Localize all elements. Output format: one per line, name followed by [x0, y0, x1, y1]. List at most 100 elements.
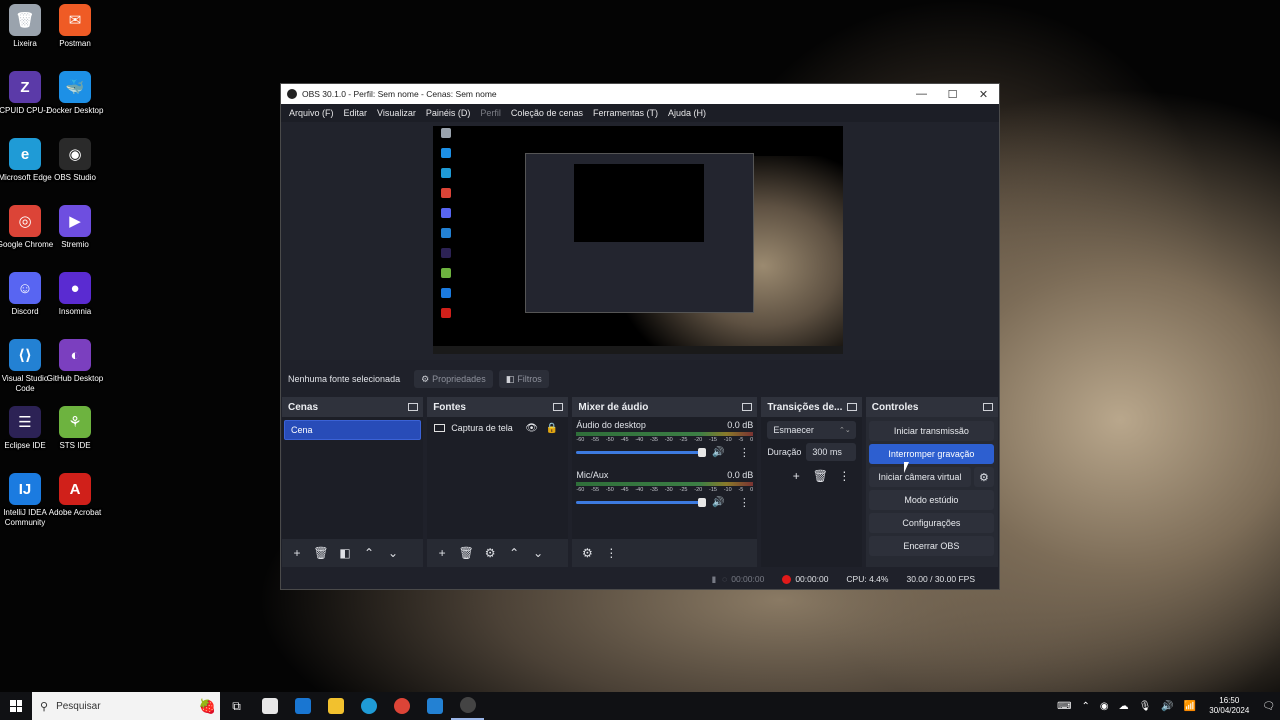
volume-slider[interactable] — [576, 448, 707, 457]
gear-icon[interactable]: ⚙ — [481, 544, 499, 562]
desktop-icon-label: GitHub Desktop — [46, 374, 104, 383]
lock-icon[interactable]: 🔒 — [546, 423, 558, 434]
task-view-button[interactable]: ⧉ — [220, 692, 253, 720]
start-streaming-button[interactable]: Iniciar transmissão — [868, 421, 994, 441]
minimize-button[interactable]: — — [906, 84, 937, 104]
trash-icon[interactable]: 🗑 — [811, 467, 829, 485]
sts-ide-icon: ⚘ — [59, 406, 91, 438]
slider-handle[interactable] — [698, 498, 707, 507]
taskbar-store[interactable] — [253, 692, 286, 720]
stop-recording-button[interactable]: Interromper gravação — [868, 444, 994, 464]
exit-button[interactable]: Encerrar OBS — [868, 536, 994, 556]
volume-icon[interactable]: 🔊 — [1161, 701, 1173, 712]
desktop-icon[interactable]: ⚘ STS IDE — [44, 406, 106, 451]
trash-icon[interactable]: 🗑 — [457, 544, 475, 562]
undock-icon[interactable] — [553, 403, 564, 411]
sources-dock-header: Fontes — [427, 397, 569, 417]
more-options-icon[interactable]: ⋮ — [602, 544, 620, 562]
menu-colecao-cenas[interactable]: Coleção de cenas — [506, 108, 588, 118]
settings-button[interactable]: Configurações — [868, 513, 994, 533]
speaker-icon[interactable]: 🔊 — [712, 497, 724, 508]
desktop-icon[interactable]: 🐳 Docker Desktop — [44, 71, 106, 116]
start-button[interactable] — [0, 692, 32, 720]
channel-name: Mic/Aux — [576, 470, 609, 480]
transition-select[interactable]: Esmaecer ⌃⌄ — [767, 421, 856, 439]
menu-arquivo[interactable]: Arquivo (F) — [284, 108, 339, 118]
wifi-icon[interactable]: 📶 — [1184, 701, 1196, 712]
undock-icon[interactable] — [846, 403, 857, 411]
undock-icon[interactable] — [408, 403, 419, 411]
move-up-icon[interactable]: ⌃ — [360, 544, 378, 562]
menu-visualizar[interactable]: Visualizar — [372, 108, 421, 118]
scenes-dock: Cenas Cena + 🗑 ◧ ⌃ ⌄ — [282, 397, 424, 567]
undock-icon[interactable] — [742, 403, 753, 411]
desktop-icon[interactable]: ✉ Postman — [44, 4, 106, 49]
add-icon[interactable]: + — [288, 544, 306, 562]
duration-input[interactable]: 300 ms — [806, 443, 856, 461]
sources-toolbar: + 🗑 ⚙ ⌃ ⌄ — [427, 539, 569, 567]
meter-tick-label: -60 — [576, 437, 585, 443]
meter-tick-label: -20 — [694, 437, 703, 443]
move-up-icon[interactable]: ⌃ — [505, 544, 523, 562]
more-options-icon[interactable]: ⋮ — [739, 446, 750, 459]
desktop-icon[interactable]: ● Insomnia — [44, 272, 106, 317]
microphone-icon[interactable]: 🎙 — [1139, 701, 1152, 712]
search-box[interactable]: ⚲ Pesquisar 🍓 — [32, 692, 220, 720]
add-icon[interactable]: + — [787, 467, 805, 485]
properties-button[interactable]: ⚙ Propriedades — [414, 370, 493, 388]
menu-paineis[interactable]: Painéis (D) — [421, 108, 476, 118]
filters-button[interactable]: ◧ Filtros — [498, 370, 549, 388]
taskbar-vscode[interactable] — [418, 692, 451, 720]
more-options-icon[interactable]: ⋮ — [739, 496, 750, 509]
meter-tick-label: -60 — [576, 487, 585, 493]
slider-handle[interactable] — [698, 448, 707, 457]
network-icon[interactable]: ☁ — [1119, 701, 1129, 712]
advanced-audio-icon[interactable]: ⚙ — [578, 544, 596, 562]
menu-editar[interactable]: Editar — [339, 108, 373, 118]
add-icon[interactable]: + — [433, 544, 451, 562]
menu-perfil[interactable]: Perfil — [475, 108, 506, 118]
desktop-icon[interactable]: ▶ Stremio — [44, 205, 106, 250]
more-options-icon[interactable]: ⋮ — [835, 467, 853, 485]
preview-canvas[interactable] — [433, 126, 843, 354]
taskbar-obs[interactable] — [451, 692, 484, 720]
scene-item[interactable]: Cena — [284, 420, 422, 440]
move-down-icon[interactable]: ⌄ — [529, 544, 547, 562]
close-button[interactable]: ✕ — [968, 84, 999, 104]
speaker-icon[interactable]: 🔊 — [712, 447, 724, 458]
undock-icon[interactable] — [982, 403, 993, 411]
microsoft-edge-icon: e — [9, 138, 41, 170]
clock[interactable]: 16:50 30/04/2024 — [1209, 696, 1249, 716]
desktop-icon[interactable]: ◉ OBS Studio — [44, 138, 106, 183]
show-hidden-icons[interactable]: ⌃ — [1082, 701, 1090, 712]
title-bar[interactable]: OBS 30.1.0 - Perfil: Sem nome - Cenas: S… — [281, 84, 999, 104]
desktop-icon[interactable]: A Adobe Acrobat — [44, 473, 106, 518]
obs-tray-icon[interactable]: ◉ — [1100, 701, 1109, 712]
folder-icon — [327, 698, 344, 714]
mixer-dock-header: Mixer de áudio — [572, 397, 758, 417]
taskbar-mail[interactable] — [286, 692, 319, 720]
volume-slider[interactable] — [576, 498, 707, 507]
keyboard-icon[interactable]: ⌨ — [1057, 701, 1071, 712]
trash-icon[interactable]: 🗑 — [312, 544, 330, 562]
audio-mixer-dock: Mixer de áudio Áudio do desktop 0.0 dB -… — [572, 397, 758, 567]
menu-ajuda[interactable]: Ajuda (H) — [663, 108, 711, 118]
move-down-icon[interactable]: ⌄ — [384, 544, 402, 562]
maximize-button[interactable]: ☐ — [937, 84, 968, 104]
meter-tick-label: -30 — [664, 487, 673, 493]
taskbar-edge[interactable] — [352, 692, 385, 720]
notifications-icon[interactable]: 🗨 — [1262, 701, 1275, 712]
start-virtual-camera-button[interactable]: Iniciar câmera virtual — [868, 467, 971, 487]
meter-tick-label: -5 — [738, 437, 744, 443]
taskbar-explorer[interactable] — [319, 692, 352, 720]
filter-icon[interactable]: ◧ — [336, 544, 354, 562]
desktop-icon[interactable]: ◐ GitHub Desktop — [44, 339, 106, 384]
source-item[interactable]: Captura de tela 👁 🔒 — [427, 417, 568, 439]
github-desktop-icon: ◐ — [59, 339, 91, 371]
virtual-camera-settings-icon[interactable]: ⚙ — [973, 467, 994, 487]
taskbar-chrome[interactable] — [385, 692, 418, 720]
eye-icon[interactable]: 👁 — [525, 423, 538, 434]
menu-ferramentas[interactable]: Ferramentas (T) — [588, 108, 663, 118]
studio-mode-button[interactable]: Modo estúdio — [868, 490, 994, 510]
meter-tick-label: -50 — [605, 437, 614, 443]
